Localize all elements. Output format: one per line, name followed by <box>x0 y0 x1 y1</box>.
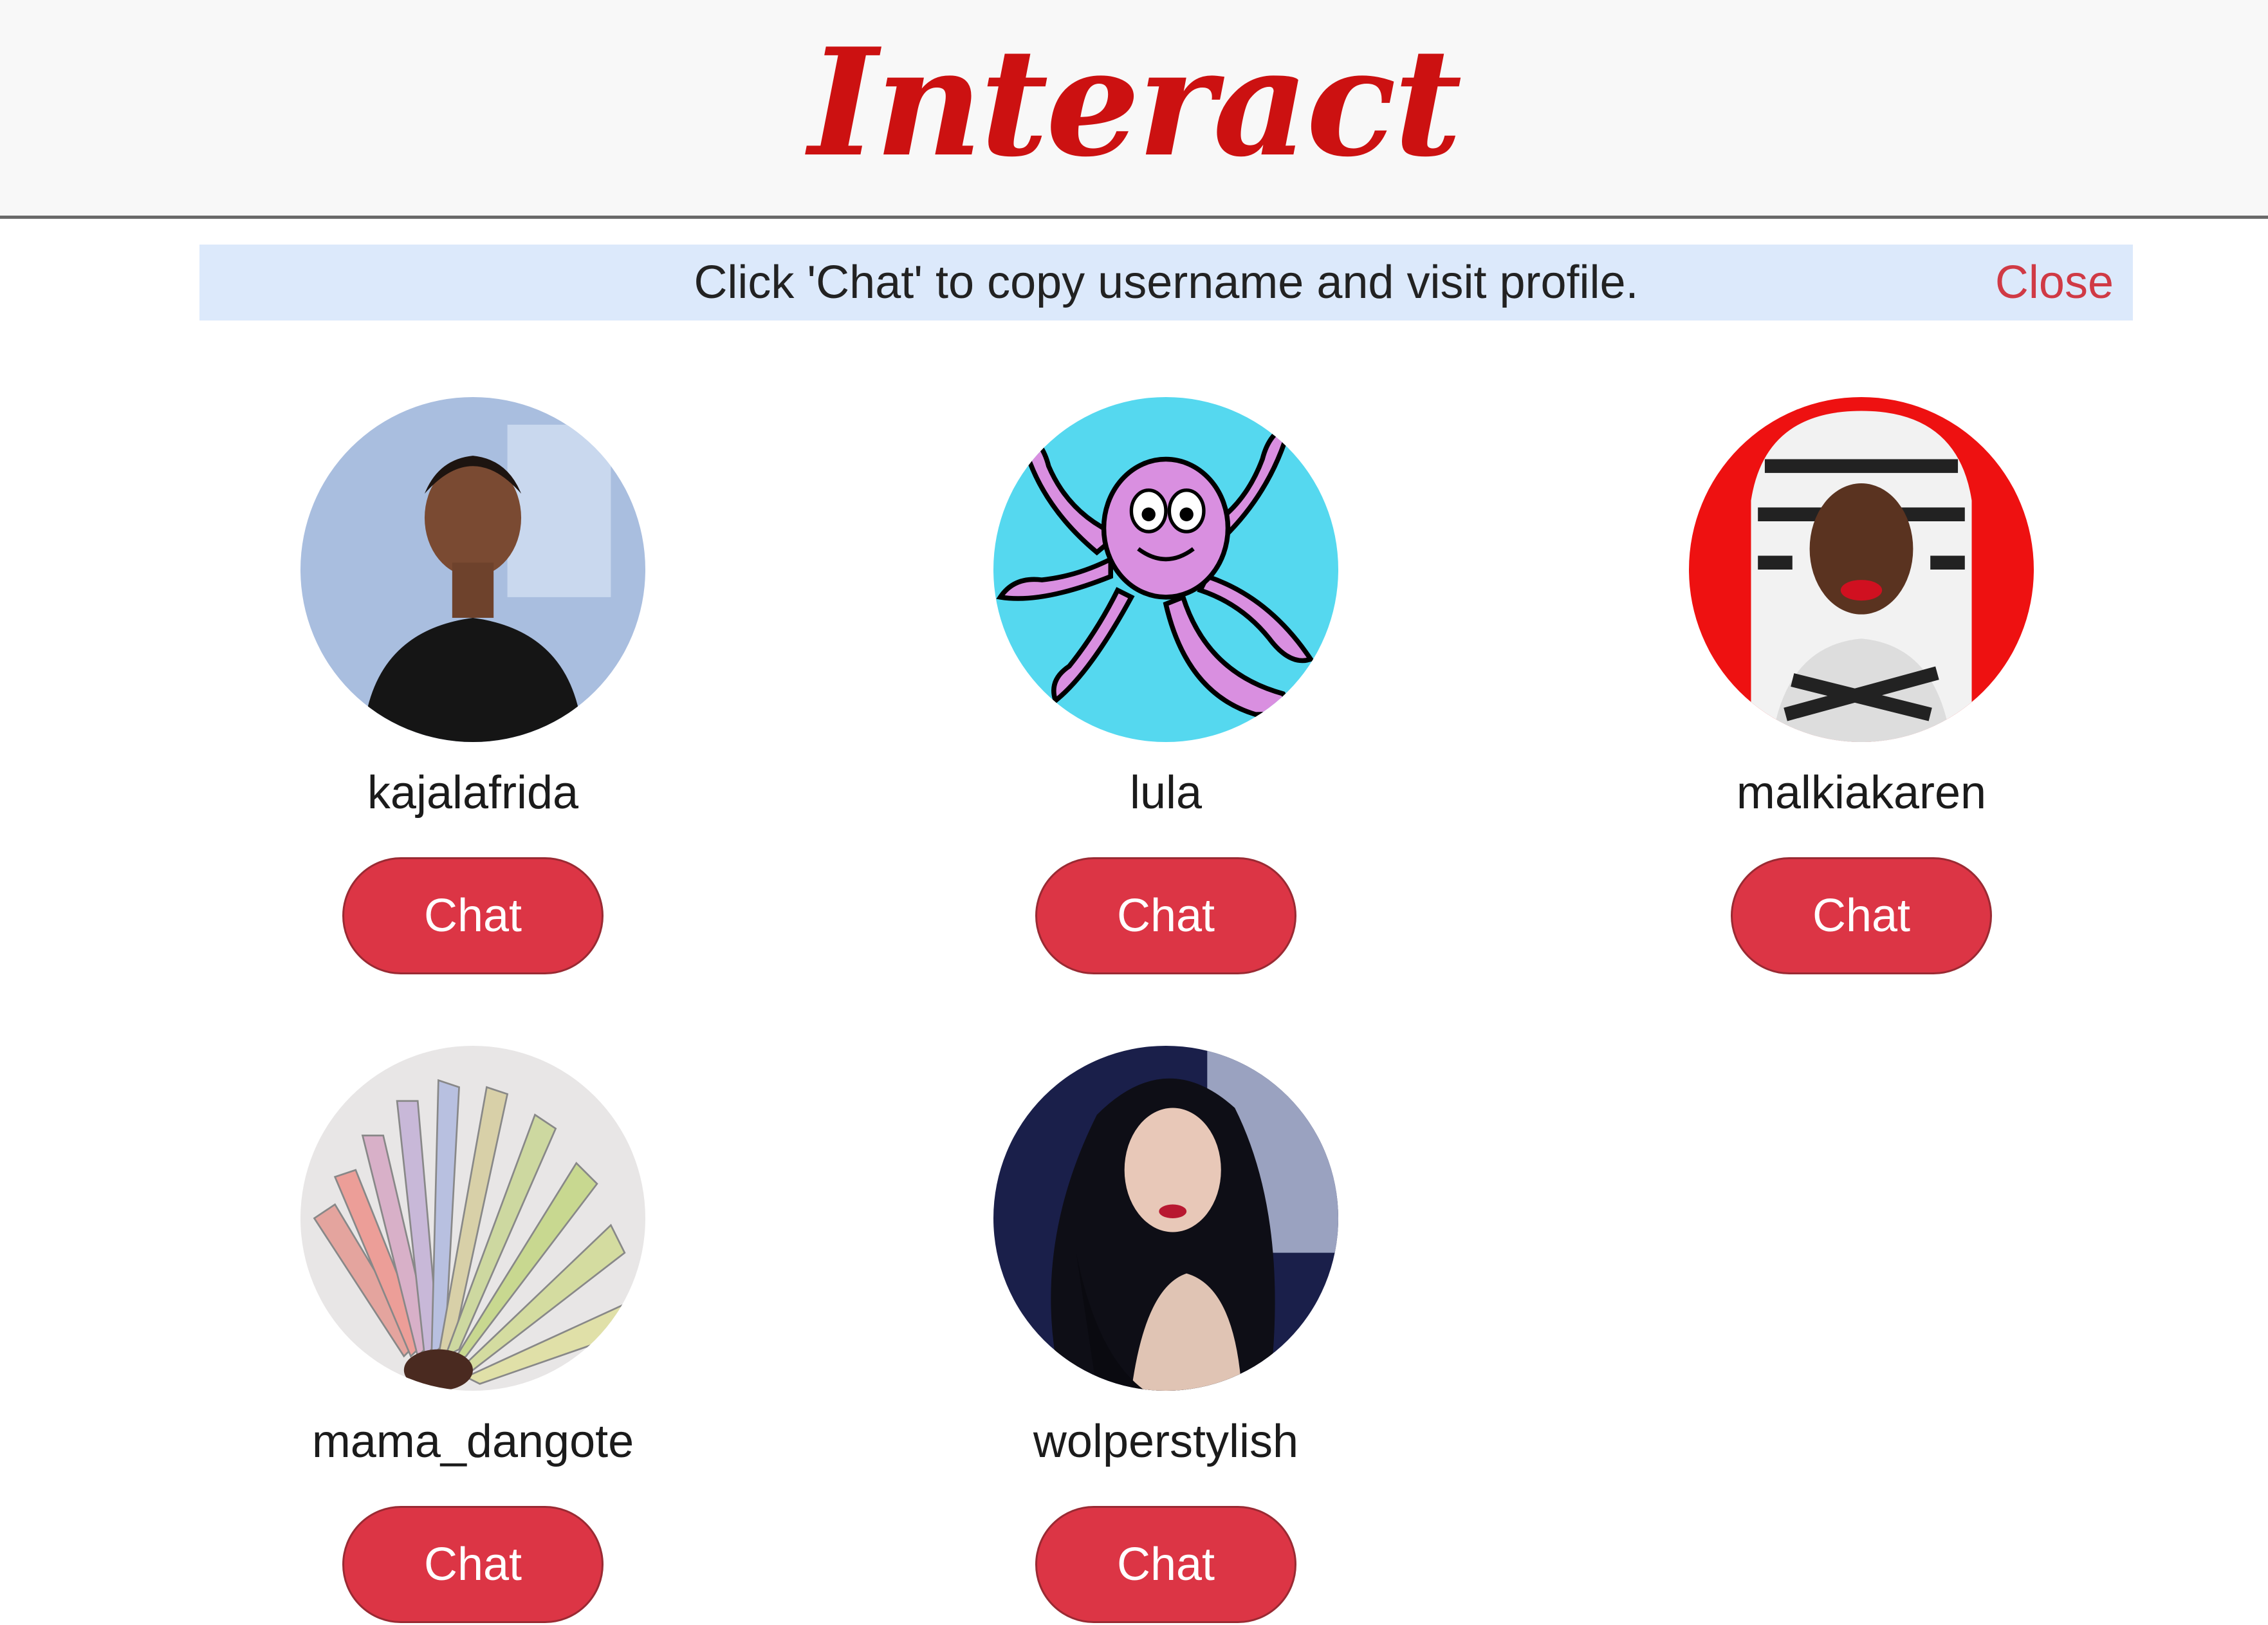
profile-username: lula <box>1129 767 1203 819</box>
avatar <box>1689 397 2034 742</box>
chat-button[interactable]: Chat <box>342 1506 604 1623</box>
avatar <box>300 397 645 742</box>
profile-username: malkiakaren <box>1736 767 1987 819</box>
profile-card: mama_dangote Chat <box>248 1046 698 1625</box>
woman-dark-hair-photo-icon <box>993 1046 1338 1391</box>
info-banner-message: Click 'Chat' to copy username and visit … <box>694 257 1639 308</box>
woman-portrait-photo-icon <box>300 397 645 742</box>
profile-username: mama_dangote <box>311 1416 634 1467</box>
avatar <box>993 397 1338 742</box>
close-banner-button[interactable]: Close <box>1995 245 2114 320</box>
profile-card: lula Chat <box>941 397 1391 976</box>
app-logo[interactable]: Interact <box>0 19 2268 187</box>
profile-card: wolperstylish Chat <box>941 1046 1391 1625</box>
octopus-icon <box>993 397 1338 742</box>
avatar <box>300 1046 645 1391</box>
banknotes-photo-icon <box>300 1046 645 1391</box>
app-header: Interact <box>0 0 2268 219</box>
chat-button[interactable]: Chat <box>342 857 604 974</box>
chat-button[interactable]: Chat <box>1731 857 1992 974</box>
woman-headscarf-photo-icon <box>1689 397 2034 742</box>
profile-username: kajalafrida <box>367 767 579 819</box>
chat-button[interactable]: Chat <box>1035 1506 1296 1623</box>
chat-button[interactable]: Chat <box>1035 857 1296 974</box>
avatar <box>993 1046 1338 1391</box>
profile-card: kajalafrida Chat <box>248 397 698 976</box>
profile-card: malkiakaren Chat <box>1636 397 2087 976</box>
profile-username: wolperstylish <box>1033 1416 1299 1467</box>
info-banner: Click 'Chat' to copy username and visit … <box>199 245 2133 320</box>
